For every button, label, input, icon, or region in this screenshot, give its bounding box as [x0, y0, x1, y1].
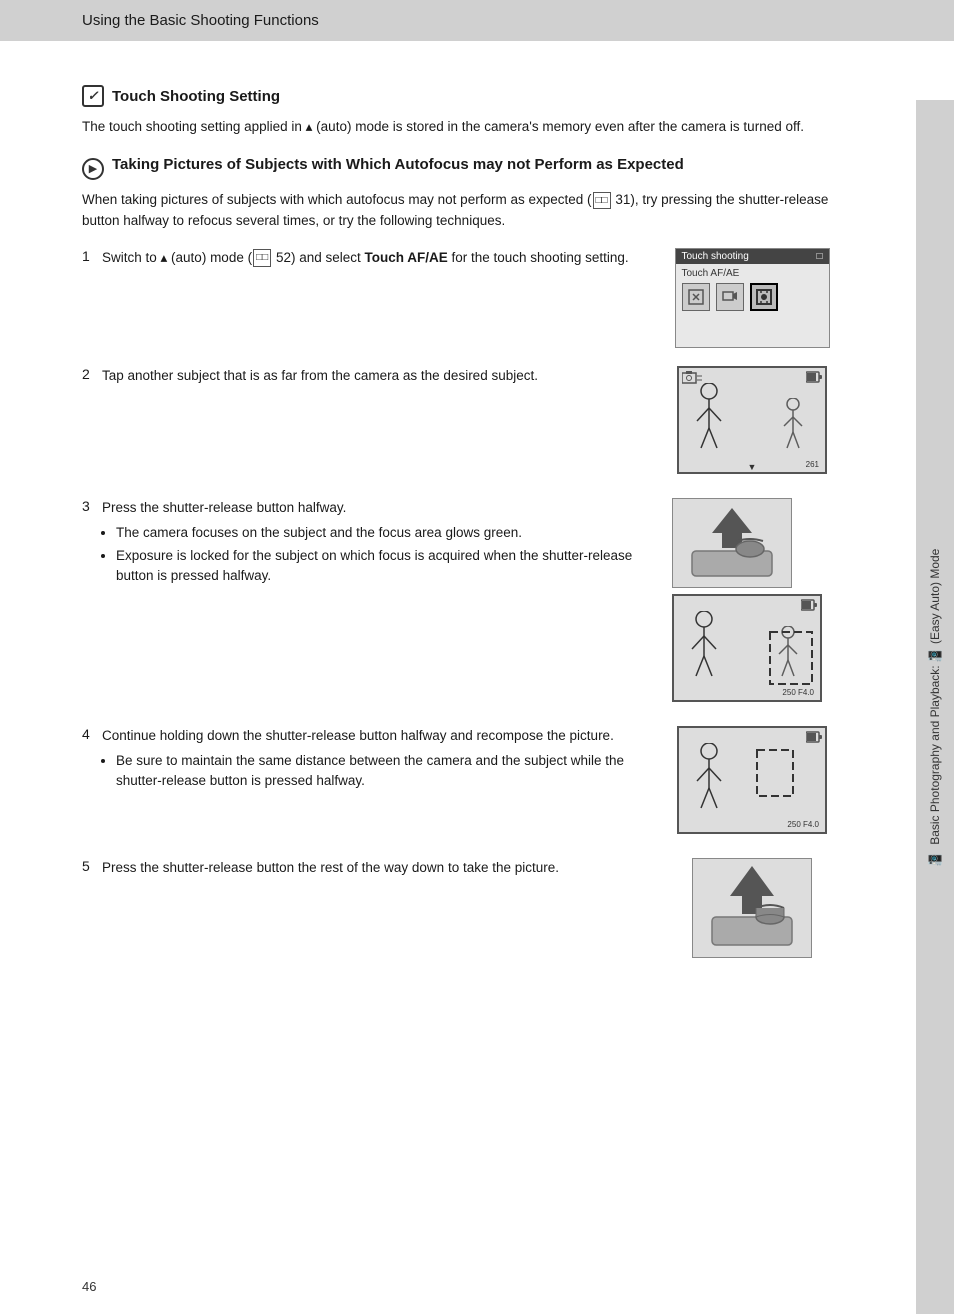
- step-2: 2 Tap another subject that is as far fro…: [82, 366, 832, 474]
- step-4-bullets: Be sure to maintain the same distance be…: [116, 751, 652, 792]
- vf2-bottom-right: 250 F4.0: [782, 688, 814, 697]
- step-2-image: ▼ 261: [672, 366, 832, 474]
- vf1-top-right: [806, 371, 822, 385]
- vf1-bottom-arrow: ▼: [748, 462, 757, 472]
- ts-icon-1: [682, 283, 710, 311]
- ts-header-icon: □: [816, 251, 822, 262]
- step-1-image: Touch shooting □ Touch AF/AE: [672, 248, 832, 348]
- main-content: ✓ Touch Shooting Setting The touch shoot…: [0, 41, 914, 1022]
- section2-intro: When taking pictures of subjects with wh…: [82, 190, 832, 232]
- step-4: 4 Continue holding down the shutter-rele…: [82, 726, 832, 834]
- ts-icon-2: [716, 283, 744, 311]
- header-title: Using the Basic Shooting Functions: [82, 12, 319, 29]
- page-number: 46: [82, 1279, 96, 1294]
- sidebar: 📷 Basic Photography and Playback: 📷 (Eas…: [916, 100, 954, 1314]
- sidebar-camera-icon: 📷: [928, 851, 942, 866]
- section2-title: ▶ Taking Pictures of Subjects with Which…: [82, 156, 832, 180]
- vf3-top-right: [806, 731, 822, 745]
- camera-circle-icon: ▶: [82, 158, 104, 180]
- step-5-number: 5: [82, 858, 102, 874]
- vf1-bottom-right: 261: [806, 460, 819, 469]
- step-2-text: Tap another subject that is as far from …: [102, 366, 672, 387]
- step-1-text: Switch to ▴ (auto) mode (□□ 52) and sele…: [102, 248, 672, 269]
- touch-shooting-screenshot: Touch shooting □ Touch AF/AE: [675, 248, 830, 348]
- person1b-figure: [686, 611, 736, 686]
- vf3-bottom-right: 250 F4.0: [787, 820, 819, 829]
- section1-title: ✓ Touch Shooting Setting: [82, 85, 832, 107]
- viewfinder-3: 250 F4.0: [677, 726, 827, 834]
- focus-brackets: [766, 628, 816, 688]
- step-4-bullet-1: Be sure to maintain the same distance be…: [116, 751, 652, 792]
- person1-figure: [691, 383, 741, 458]
- step-1-number: 1: [82, 248, 102, 264]
- section2-heading: Taking Pictures of Subjects with Which A…: [112, 156, 684, 173]
- ts-header: Touch shooting □: [676, 249, 829, 264]
- ts-label: Touch AF/AE: [682, 268, 823, 279]
- ts-body: Touch AF/AE: [676, 264, 829, 315]
- ts-icons: [682, 283, 823, 311]
- step-4-number: 4: [82, 726, 102, 742]
- step-3-bullets: The camera focuses on the subject and th…: [116, 523, 652, 587]
- note-icon: ✓: [82, 85, 104, 107]
- step-3-bullet-2: Exposure is locked for the subject on wh…: [116, 546, 652, 587]
- step-4-image: 250 F4.0: [672, 726, 832, 834]
- section1-heading: Touch Shooting Setting: [112, 88, 280, 105]
- step-3-images: 250 F4.0: [672, 498, 832, 702]
- viewfinder-2: 250 F4.0: [672, 594, 822, 702]
- person2-figure: [779, 398, 817, 458]
- step-5-text: Press the shutter-release button the res…: [102, 858, 672, 879]
- sidebar-text-label: Basic Photography and Playback: 📷 (Easy …: [928, 549, 942, 845]
- sidebar-label: 📷 Basic Photography and Playback: 📷 (Eas…: [928, 549, 942, 866]
- vf2-top-right: [801, 599, 817, 613]
- viewfinder-1: ▼ 261: [677, 366, 827, 474]
- ts-header-label: Touch shooting: [682, 251, 749, 262]
- step-3: 3 Press the shutter-release button halfw…: [82, 498, 832, 702]
- header-bar: Using the Basic Shooting Functions: [0, 0, 954, 41]
- steps-container: 1 Switch to ▴ (auto) mode (□□ 52) and se…: [82, 248, 832, 982]
- person1c-figure: [691, 743, 741, 818]
- focus-brackets-recompose: [755, 748, 795, 798]
- step-2-number: 2: [82, 366, 102, 382]
- shutter-full-illustration: [692, 858, 812, 958]
- shutter-halfway-illustration: [672, 498, 792, 588]
- step-3-bullet-1: The camera focuses on the subject and th…: [116, 523, 652, 543]
- step-3-number: 3: [82, 498, 102, 514]
- step-4-text: Continue holding down the shutter-releas…: [102, 726, 672, 794]
- step-3-text: Press the shutter-release button halfway…: [102, 498, 672, 590]
- ts-icon-3: [750, 283, 778, 311]
- step-1: 1 Switch to ▴ (auto) mode (□□ 52) and se…: [82, 248, 832, 348]
- step-5: 5 Press the shutter-release button the r…: [82, 858, 832, 958]
- step-5-image: [672, 858, 832, 958]
- section1-body: The touch shooting setting applied in ▴ …: [82, 117, 832, 138]
